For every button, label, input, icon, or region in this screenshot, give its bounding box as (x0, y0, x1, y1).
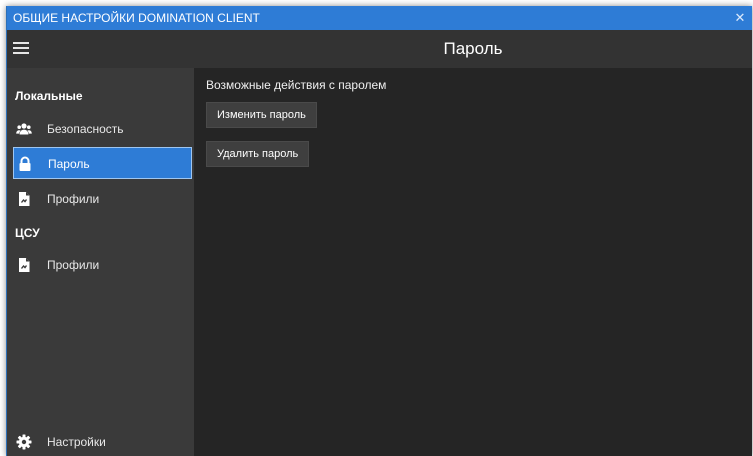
sidebar-item-label: Безопасность (47, 122, 124, 136)
file-icon (19, 258, 30, 272)
sidebar-item-label: Профили (47, 258, 100, 272)
sidebar: Локальные Безопасность Пароль Профили ЦС… (7, 68, 194, 456)
users-icon (16, 123, 32, 135)
header-bar: Пароль (7, 30, 752, 68)
section-header-csu: ЦСУ (15, 226, 40, 240)
window-title: ОБЩИЕ НАСТРОЙКИ DOMINATION CLIENT (13, 11, 260, 25)
settings-window: ОБЩИЕ НАСТРОЙКИ DOMINATION CLIENT ✕ Паро… (6, 6, 752, 456)
page-title: Пароль (443, 39, 503, 58)
sidebar-item-profiles-local[interactable]: Профили (13, 183, 192, 215)
delete-password-button[interactable]: Удалить пароль (206, 141, 310, 167)
gear-icon (16, 434, 32, 450)
section-header-local: Локальные (15, 89, 83, 103)
sidebar-item-label: Пароль (48, 157, 90, 171)
sidebar-item-profiles-csu[interactable]: Профили (13, 249, 192, 281)
lock-icon (19, 156, 31, 171)
sidebar-item-settings[interactable]: Настройки (13, 426, 192, 456)
content-area: Возможные действия с паролем Изменить па… (194, 68, 752, 456)
file-icon (19, 192, 30, 206)
hamburger-icon[interactable] (13, 42, 29, 54)
sidebar-item-security[interactable]: Безопасность (13, 113, 192, 145)
sidebar-item-password[interactable]: Пароль (13, 147, 192, 179)
title-bar: ОБЩИЕ НАСТРОЙКИ DOMINATION CLIENT ✕ (7, 6, 752, 30)
content-heading: Возможные действия с паролем (206, 78, 387, 92)
sidebar-item-label: Настройки (47, 435, 106, 449)
change-password-button[interactable]: Изменить пароль (206, 102, 317, 128)
sidebar-item-label: Профили (47, 192, 100, 206)
close-button[interactable]: ✕ (732, 6, 748, 30)
